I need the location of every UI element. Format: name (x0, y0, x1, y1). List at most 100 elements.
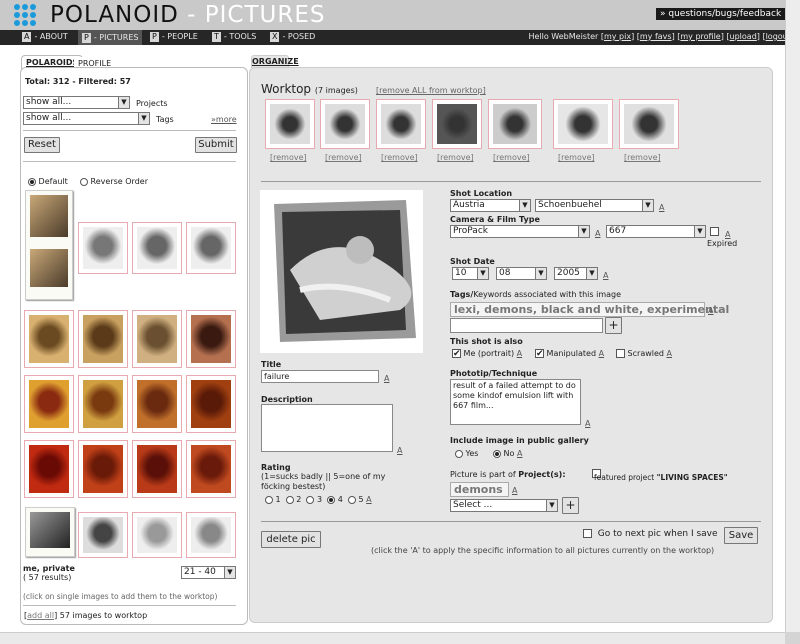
next-pic-option[interactable]: Go to next pic when I save (583, 529, 718, 539)
vertical-scrollbar[interactable] (785, 0, 800, 632)
public-no-option[interactable]: No A (493, 449, 522, 458)
thumbnail-image[interactable] (78, 310, 128, 368)
horizontal-scrollbar[interactable] (0, 632, 785, 644)
rating-4-radio-icon[interactable] (327, 495, 336, 504)
remove-from-worktop-link[interactable]: [remove] (624, 153, 661, 162)
manipulated-option[interactable]: ✔ Manipulated A (535, 349, 604, 359)
nav-people[interactable]: P- PEOPLE (150, 32, 198, 42)
reset-button[interactable]: Reset (24, 137, 60, 153)
order-default-option[interactable]: Default (28, 177, 68, 186)
site-title[interactable]: POLANOID - PICTURES (50, 2, 326, 28)
remove-from-worktop-link[interactable]: [remove] (270, 153, 307, 162)
thumbnail-image[interactable] (24, 310, 74, 368)
rating-2-radio-icon[interactable] (285, 495, 294, 504)
checkbox-icon[interactable] (583, 529, 592, 538)
title-input[interactable]: failure (261, 370, 379, 383)
worktop-thumbnail[interactable] (376, 99, 426, 149)
my-profile-link[interactable]: my profile (680, 32, 720, 41)
phototip-textarea[interactable]: result of a failed attempt to do some ki… (450, 379, 581, 425)
apply-rating-link[interactable]: A (366, 495, 371, 504)
apply-scrawled-link[interactable]: A (667, 349, 672, 358)
thumbnail-image[interactable] (24, 440, 74, 498)
submit-button[interactable]: Submit (195, 137, 237, 153)
apply-title-link[interactable]: A (384, 374, 389, 383)
my-pix-link[interactable]: my pix (604, 32, 631, 41)
project-select[interactable]: Select ... ▼ (450, 499, 558, 512)
more-tags-link[interactable]: »more (211, 115, 237, 124)
thumbnail-image[interactable] (132, 310, 182, 368)
rating-5-radio-icon[interactable] (347, 495, 356, 504)
apply-phototip-link[interactable]: A (585, 419, 590, 428)
apply-project-link[interactable]: A (512, 486, 517, 495)
worktop-thumbnail[interactable] (553, 99, 613, 149)
radio-icon[interactable] (80, 177, 88, 186)
worktop-thumbnail[interactable] (488, 99, 542, 149)
nav-about[interactable]: A- ABOUT (22, 32, 68, 42)
rating-1-radio-icon[interactable] (265, 495, 273, 504)
apply-public-link[interactable]: A (517, 449, 522, 458)
upload-link[interactable]: upload (730, 32, 757, 41)
check-icon[interactable]: ✔ (452, 349, 461, 359)
rating-3-radio-icon[interactable] (306, 495, 315, 504)
remove-from-worktop-link[interactable]: [remove] (493, 153, 530, 162)
expired-checkbox[interactable] (710, 227, 719, 236)
feedback-link[interactable]: » questions/bugs/feedback (656, 8, 786, 20)
thumbnail-image[interactable] (78, 222, 128, 274)
nav-pictures[interactable]: P- PICTURES (78, 30, 143, 45)
thumbnail-image[interactable] (25, 190, 73, 300)
apply-manipulated-link[interactable]: A (599, 349, 604, 358)
apply-location-link[interactable]: A (659, 203, 664, 212)
thumbnail-image[interactable] (186, 310, 236, 368)
new-tag-input[interactable] (450, 318, 603, 333)
worktop-thumbnail[interactable] (432, 99, 482, 149)
check-icon[interactable]: ✔ (535, 349, 544, 359)
apply-tags-link[interactable]: A (708, 306, 713, 315)
apply-description-link[interactable]: A (397, 446, 402, 455)
add-all-link[interactable]: add all (27, 611, 54, 620)
year-select[interactable]: 2005 ▼ (554, 267, 598, 280)
projects-select[interactable]: show all... ▼ (23, 96, 130, 109)
page-range-select[interactable]: 21 - 40 ▼ (181, 566, 236, 579)
remove-from-worktop-link[interactable]: [remove] (437, 153, 474, 162)
apply-camera-link[interactable]: A (595, 229, 600, 238)
me-portrait-option[interactable]: ✔ Me (portrait) A (452, 349, 522, 359)
public-yes-option[interactable]: Yes (455, 449, 478, 458)
thumbnail-image[interactable] (186, 222, 236, 274)
thumbnail-image[interactable] (132, 222, 182, 274)
worktop-thumbnail[interactable] (619, 99, 679, 149)
add-project-button[interactable]: + (562, 497, 579, 514)
month-select[interactable]: 08 ▼ (496, 267, 547, 280)
thumbnail-image[interactable] (186, 440, 236, 498)
camera-select[interactable]: ProPack ▼ (450, 225, 590, 238)
apply-me-link[interactable]: A (517, 349, 522, 358)
add-tag-button[interactable]: + (605, 317, 622, 334)
remove-all-link[interactable]: [remove ALL from worktop] (376, 86, 486, 95)
country-select[interactable]: Austria ▼ (450, 199, 531, 212)
delete-pic-button[interactable]: delete pic (261, 531, 321, 548)
thumbnail-image[interactable] (25, 507, 75, 557)
thumbnail-image[interactable] (132, 375, 182, 433)
radio-icon[interactable] (455, 449, 463, 458)
apply-date-link[interactable]: A (603, 271, 608, 280)
worktop-thumbnail[interactable] (265, 99, 315, 149)
nav-posed[interactable]: X- POSED (270, 32, 315, 42)
checkbox-icon[interactable] (616, 349, 625, 358)
thumbnail-image[interactable] (132, 440, 182, 498)
thumbnail-image[interactable] (78, 375, 128, 433)
remove-from-worktop-link[interactable]: [remove] (558, 153, 595, 162)
worktop-thumbnail[interactable] (320, 99, 370, 149)
thumbnail-image[interactable] (78, 512, 128, 558)
remove-from-worktop-link[interactable]: [remove] (325, 153, 362, 162)
radio-selected-icon[interactable] (493, 449, 501, 458)
nav-tools[interactable]: T- TOOLS (212, 32, 256, 42)
radio-selected-icon[interactable] (28, 177, 36, 186)
day-select[interactable]: 10 ▼ (452, 267, 489, 280)
scrawled-option[interactable]: Scrawled A (616, 349, 672, 358)
thumbnail-image[interactable] (24, 375, 74, 433)
film-select[interactable]: 667 ▼ (606, 225, 706, 238)
thumbnail-image[interactable] (78, 440, 128, 498)
tags-select[interactable]: show all... ▼ (23, 112, 150, 125)
thumbnail-image[interactable] (186, 512, 236, 558)
remove-from-worktop-link[interactable]: [remove] (381, 153, 418, 162)
order-reverse-option[interactable]: Reverse Order (80, 177, 148, 186)
